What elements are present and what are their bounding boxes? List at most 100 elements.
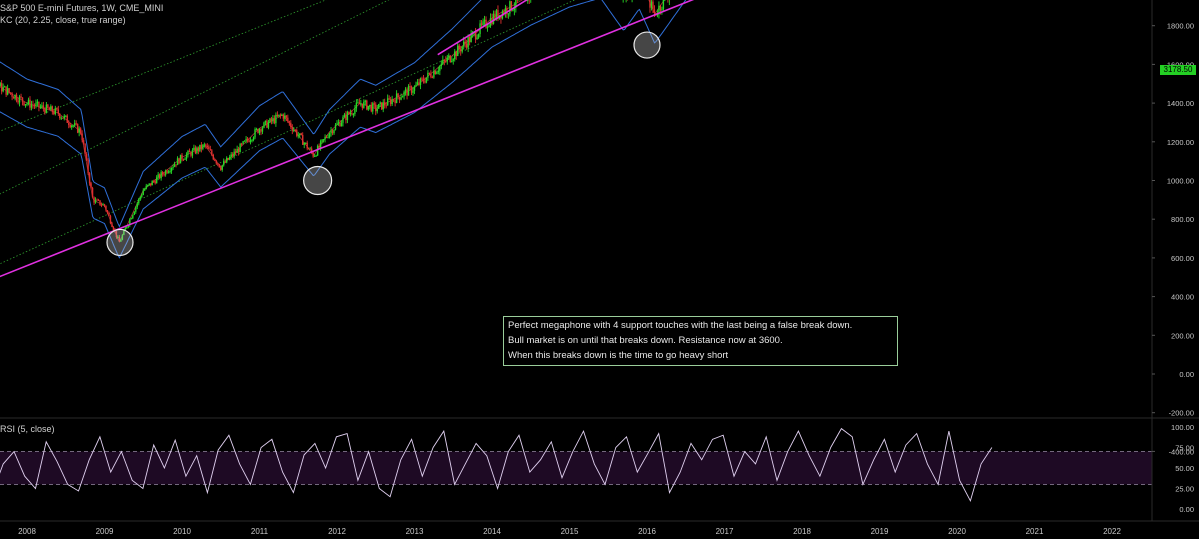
candle-body [482,21,484,25]
candle-body [412,90,414,93]
touch-circles [106,31,661,257]
candle-body [383,102,386,106]
candle-body [155,177,158,184]
year-tick-label: 2009 [96,527,114,536]
candle-body [379,102,381,105]
candle-body [99,200,101,205]
candle-body [103,204,106,206]
candle-body [398,96,401,100]
candle-body [158,174,161,179]
candle-body [480,23,483,25]
candle-body [154,181,156,184]
candle-body [234,151,237,153]
candle-body [176,158,179,166]
candle-body [160,172,162,179]
candle-body [126,227,128,229]
candle-body [11,93,13,97]
candle-body [315,155,317,157]
candle-body [461,46,463,52]
candle-body [282,114,285,119]
candle-body [276,114,279,117]
candle-body [348,112,350,115]
candle-body [190,152,192,156]
candle-body [391,99,393,105]
candle-body [48,107,51,110]
price-tick-label: -200.00 [1169,409,1194,418]
chart-canvas: 3800.003600.003400.003200.003000.002800.… [0,0,1199,536]
candle-body [649,0,651,8]
price-tick-label: 1000.00 [1167,177,1194,186]
candle-body [291,127,293,131]
candle-body [397,93,399,97]
candle-body [457,45,459,57]
annotation-box[interactable]: Perfect megaphone with 4 support touches… [503,316,898,366]
candle-body [370,104,372,112]
rsi-tick-label: 100.00 [1171,423,1194,432]
candle-body [245,138,247,141]
candle-body [470,34,472,43]
candle-body [108,212,110,216]
candle-body [105,205,107,211]
candle-body [294,129,296,131]
candle-body [485,19,487,28]
candle-body [272,118,274,122]
year-tick-label: 2014 [483,527,501,536]
candle-body [87,159,89,174]
candle-body [136,203,138,207]
candle-body [349,112,352,115]
candle-body [261,127,264,132]
candle-body [406,89,408,96]
touch-circle [303,165,333,196]
candle-body [661,9,663,11]
candle-body [273,118,276,124]
candle-body [355,102,358,109]
candle-body [157,174,159,178]
candle-body [477,34,480,38]
candle-body [269,118,271,123]
candle-body [662,0,665,10]
candle-body [367,106,369,110]
candle-body [507,13,510,15]
candle-body [381,102,383,110]
candle-body [653,9,656,14]
candle-body [252,137,255,140]
candle-body [14,94,16,99]
candle-body [270,118,273,122]
candle-body [6,88,9,95]
candle-body [109,215,112,224]
candle-body [425,77,428,83]
candle-body [260,129,262,132]
dotted-channel-line [0,0,576,265]
candle-body [3,86,6,88]
candle-body [231,154,234,157]
candle-body [132,214,134,219]
candle-body [462,41,465,47]
candle-body [302,135,304,145]
candle-body [227,157,229,160]
candle-body [372,103,374,112]
price-tick-label: 800.00 [1171,215,1194,224]
rsi-tick-label: 75.00 [1175,444,1194,453]
candle-body [403,91,405,97]
year-tick-label: 2018 [793,527,811,536]
candle-body [82,140,85,144]
candle-body [59,113,61,119]
candle-body [47,104,49,108]
candle-body [421,78,423,80]
candle-body [161,172,164,175]
year-tick-label: 2011 [251,527,269,536]
candle-body [60,117,62,119]
candle-body [401,96,404,98]
candle-body [172,166,174,168]
candle-body [35,103,37,107]
candle-body [312,152,314,157]
candle-body [437,70,440,72]
keltner-channel [0,0,687,259]
channel-lines [0,0,576,265]
candle-body [351,112,353,115]
candle-body [492,13,495,24]
candle-body [185,154,188,159]
candle-body [173,164,176,167]
candle-body [449,55,451,62]
candle-body [167,171,170,173]
